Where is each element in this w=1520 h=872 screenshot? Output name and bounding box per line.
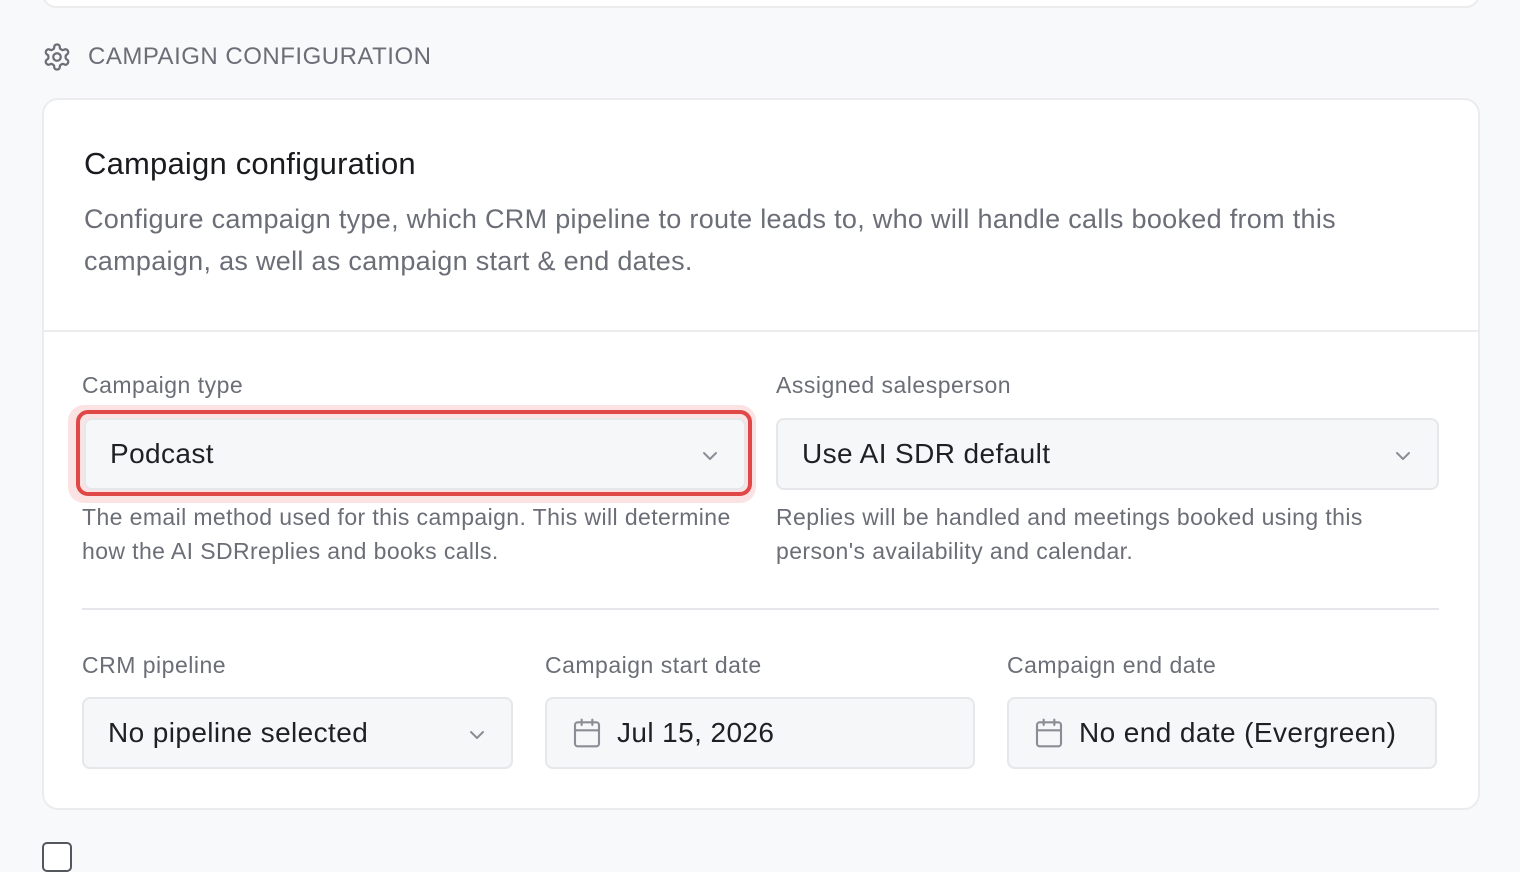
section-title: CAMPAIGN CONFIGURATION <box>88 43 432 70</box>
assigned-salesperson-value: Use AI SDR default <box>802 438 1051 469</box>
chevron-down-icon <box>1396 452 1410 460</box>
assigned-salesperson-select[interactable]: Use AI SDR default <box>776 418 1439 490</box>
next-section-icon <box>42 842 72 872</box>
crm-pipeline-select[interactable]: No pipeline selected <box>82 697 513 769</box>
divider <box>82 608 1439 610</box>
card-header: Campaign configuration Configure campaig… <box>44 100 1478 332</box>
end-date-value: No end date (Evergreen) <box>1079 717 1397 748</box>
end-date-picker[interactable]: No end date (Evergreen) <box>1007 697 1437 769</box>
card-title: Campaign configuration <box>84 146 416 181</box>
campaign-type-label: Campaign type <box>82 372 244 398</box>
campaign-type-highlight-ring <box>76 410 752 496</box>
crm-pipeline-value: No pipeline selected <box>108 717 369 748</box>
calendar-icon <box>1035 718 1063 748</box>
start-date-label: Campaign start date <box>545 652 762 678</box>
campaign-type-help: The email method used for this campaign.… <box>82 504 731 564</box>
start-date-value: Jul 15, 2026 <box>617 717 775 748</box>
gear-icon <box>42 42 72 72</box>
assigned-salesperson-label: Assigned salesperson <box>776 372 1012 398</box>
calendar-icon <box>573 718 601 748</box>
card-description: Configure campaign type, which CRM pipel… <box>84 204 1336 276</box>
chevron-down-icon <box>470 731 484 739</box>
previous-section-card <box>42 0 1480 8</box>
end-date-label: Campaign end date <box>1007 652 1217 678</box>
crm-pipeline-label: CRM pipeline <box>82 652 227 678</box>
assigned-salesperson-help: Replies will be handled and meetings boo… <box>776 504 1363 564</box>
section-header: CAMPAIGN CONFIGURATION <box>42 40 431 74</box>
start-date-picker[interactable]: Jul 15, 2026 <box>545 697 975 769</box>
